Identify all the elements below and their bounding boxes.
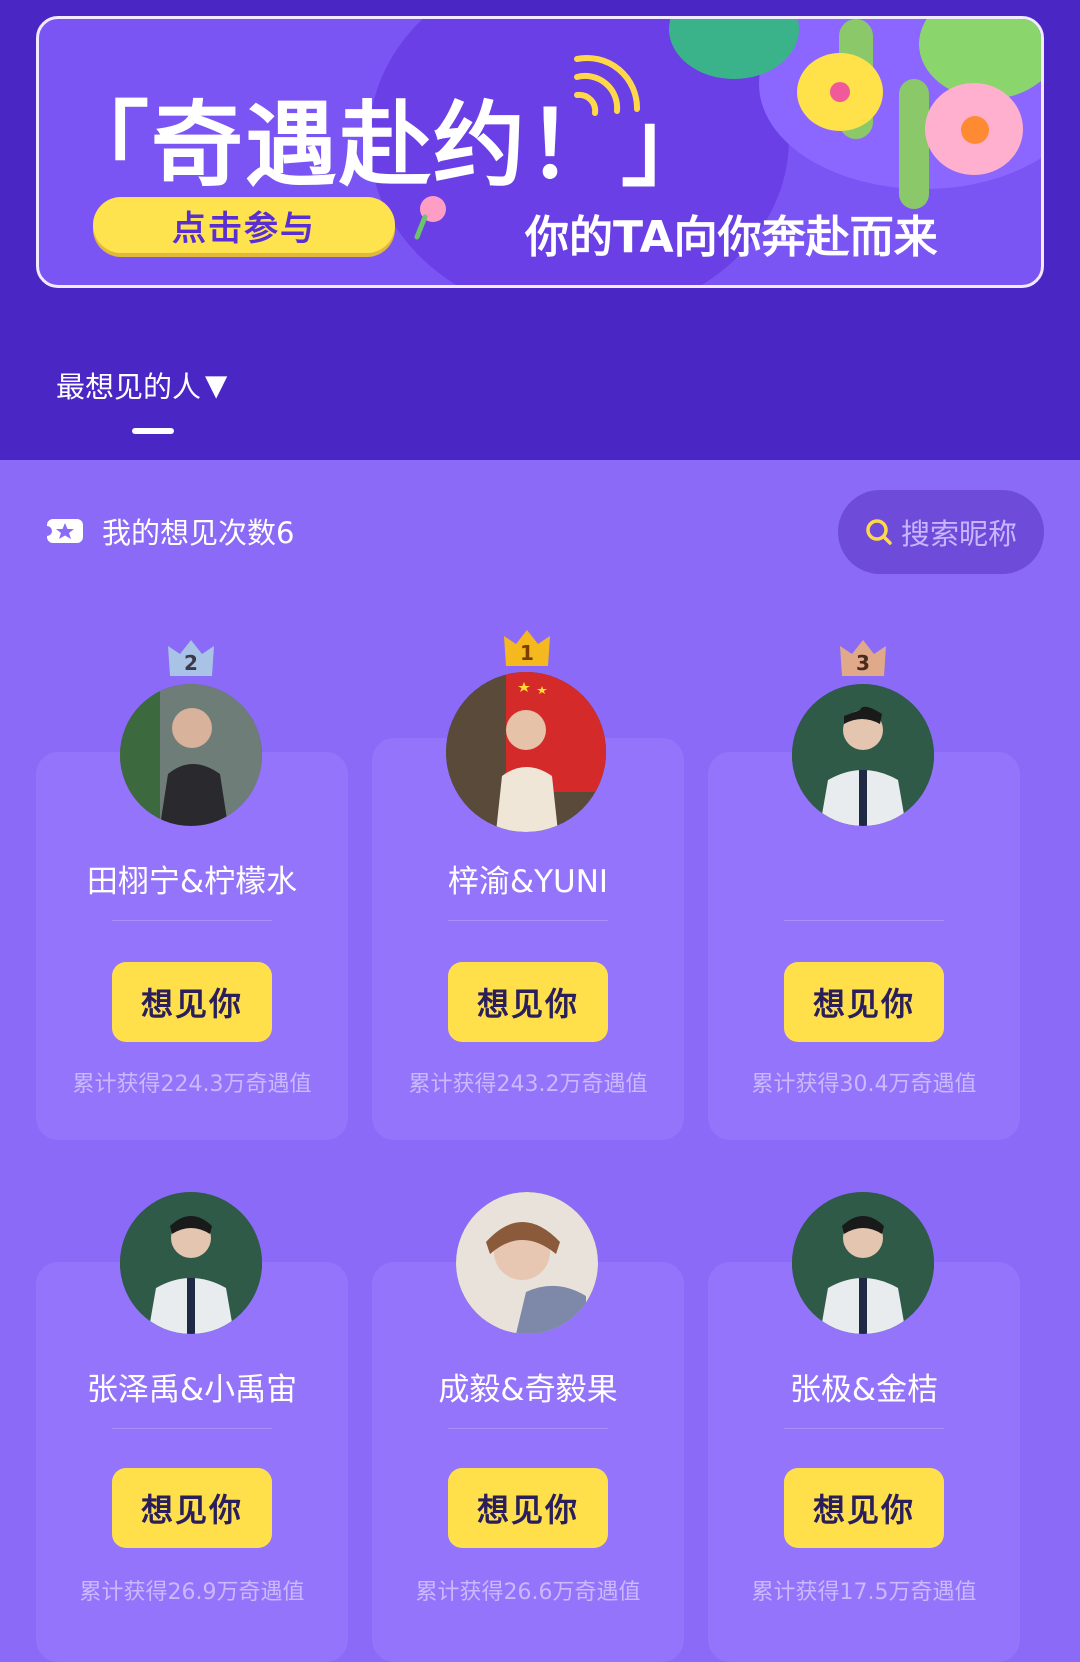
card-name: 梓渝&YUNI — [447, 864, 609, 900]
person-photo-icon — [120, 684, 262, 826]
banner-title: 「奇遇赴约！」 — [57, 92, 716, 199]
accumulated-value: 累计获得224.3万奇遇值 — [72, 1072, 312, 1097]
card-name: 张极&金桔 — [789, 1372, 939, 1408]
want-to-see-button[interactable]: 想见你 — [784, 962, 944, 1042]
silver-crown-icon: 2 — [168, 640, 214, 676]
flower-icon — [925, 83, 1023, 175]
person-photo-icon — [792, 684, 934, 826]
tab-most-wanted[interactable]: 最想见的人 ▼ — [56, 364, 227, 406]
accumulated-value: 累计获得30.4万奇遇值 — [751, 1072, 977, 1097]
avatar[interactable] — [446, 672, 606, 832]
person-photo-icon — [792, 1192, 934, 1334]
crown-rank-number: 3 — [856, 651, 870, 675]
divider — [784, 920, 944, 921]
promo-banner[interactable]: 「奇遇赴约！」 点击参与 你的TA向你奔赴而来 — [36, 16, 1044, 288]
divider — [448, 1428, 608, 1429]
want-to-see-button[interactable]: 想见你 — [448, 1468, 608, 1548]
want-to-see-button[interactable]: 想见你 — [112, 962, 272, 1042]
gold-crown-icon: 1 — [504, 630, 550, 666]
want-to-see-button[interactable]: 想见你 — [784, 1468, 944, 1548]
want-to-see-button[interactable]: 想见你 — [112, 1468, 272, 1548]
card-name: 成毅&奇毅果 — [438, 1372, 618, 1408]
person-photo-icon — [446, 672, 606, 832]
avatar[interactable] — [120, 1192, 262, 1334]
tab-indicator — [132, 428, 174, 434]
dropdown-arrow-icon: ▼ — [205, 368, 228, 402]
my-count-row: 我的想见次数6 — [46, 510, 294, 552]
my-count-label: 我的想见次数6 — [102, 516, 295, 550]
card-name: 田栩宁&柠檬水 — [86, 864, 298, 900]
card-name: 张泽禹&小禹宙 — [86, 1372, 298, 1408]
avatar[interactable] — [456, 1192, 598, 1334]
crown-rank-number: 2 — [184, 651, 198, 675]
carnation-icon — [414, 196, 446, 240]
accumulated-value: 累计获得26.6万奇遇值 — [415, 1580, 641, 1605]
search-icon — [866, 519, 892, 545]
search-input[interactable]: 搜索昵称 — [838, 490, 1044, 574]
join-button[interactable]: 点击参与 — [93, 197, 395, 253]
stem-decoration — [899, 79, 929, 209]
person-photo-icon — [456, 1192, 598, 1334]
banner-subtitle: 你的TA向你奔赴而来 — [525, 212, 938, 263]
search-placeholder: 搜索昵称 — [900, 517, 1017, 551]
person-photo-icon — [120, 1192, 262, 1334]
tab-label: 最想见的人 — [56, 370, 202, 404]
accumulated-value: 累计获得26.9万奇遇值 — [79, 1580, 305, 1605]
accumulated-value: 累计获得243.2万奇遇值 — [408, 1072, 648, 1097]
avatar[interactable] — [792, 1192, 934, 1334]
flower-icon — [797, 53, 883, 131]
divider — [784, 1428, 944, 1429]
avatar[interactable] — [120, 684, 262, 826]
want-to-see-button[interactable]: 想见你 — [448, 962, 608, 1042]
divider — [112, 920, 272, 921]
bronze-crown-icon: 3 — [840, 640, 886, 676]
crown-rank-number: 1 — [520, 641, 534, 665]
avatar[interactable] — [792, 684, 934, 826]
divider — [448, 920, 608, 921]
divider — [112, 1428, 272, 1429]
accumulated-value: 累计获得17.5万奇遇值 — [751, 1580, 977, 1605]
ticket-icon — [46, 519, 83, 543]
